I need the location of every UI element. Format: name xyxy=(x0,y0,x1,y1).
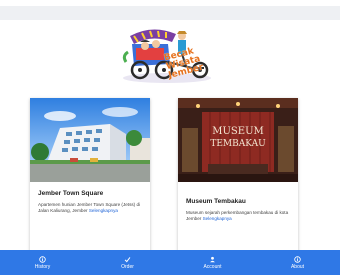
bottom-navigation: History Order Account About xyxy=(0,250,340,275)
nav-order-label: Order xyxy=(121,263,134,270)
destination-card-museum-tembakau[interactable]: MUSEUM TEMBAKAU Museum Tembakau Museum s… xyxy=(178,98,298,258)
building-photo xyxy=(30,98,150,182)
card-title[interactable]: Museum Tembakau xyxy=(186,198,246,205)
destination-card-jember-town-square[interactable]: Jember Town Square Apartemen hunian Jemb… xyxy=(30,98,150,258)
museum-photo: MUSEUM TEMBAKAU xyxy=(178,98,298,182)
nav-order[interactable]: Order xyxy=(85,250,170,275)
museum-sign-line1: MUSEUM xyxy=(212,126,263,137)
nav-history-label: History xyxy=(34,263,51,270)
card-description: Apartemen hunian Jember Town Square (Jet… xyxy=(38,202,141,213)
info-icon xyxy=(294,255,301,263)
nav-account-label: Account xyxy=(203,263,222,270)
read-more-link[interactable]: Selengkapnya xyxy=(203,216,232,221)
nav-about-label: About xyxy=(290,263,305,270)
nav-account[interactable]: Account xyxy=(170,250,255,275)
app-logo: Becak Wisata Jember xyxy=(112,22,222,84)
nav-about[interactable]: About xyxy=(255,250,340,275)
card-description: Museum sejarah perkembangan tembakau di … xyxy=(186,210,289,221)
check-icon xyxy=(124,256,131,262)
museum-sign-line2: TEMBAKAU xyxy=(210,139,266,149)
card-title[interactable]: Jember Town Square xyxy=(38,190,103,197)
top-bar xyxy=(0,6,340,20)
info-icon xyxy=(39,255,46,263)
read-more-link[interactable]: Selengkapnya xyxy=(89,208,118,213)
nav-history[interactable]: History xyxy=(0,250,85,275)
user-icon xyxy=(210,256,215,262)
